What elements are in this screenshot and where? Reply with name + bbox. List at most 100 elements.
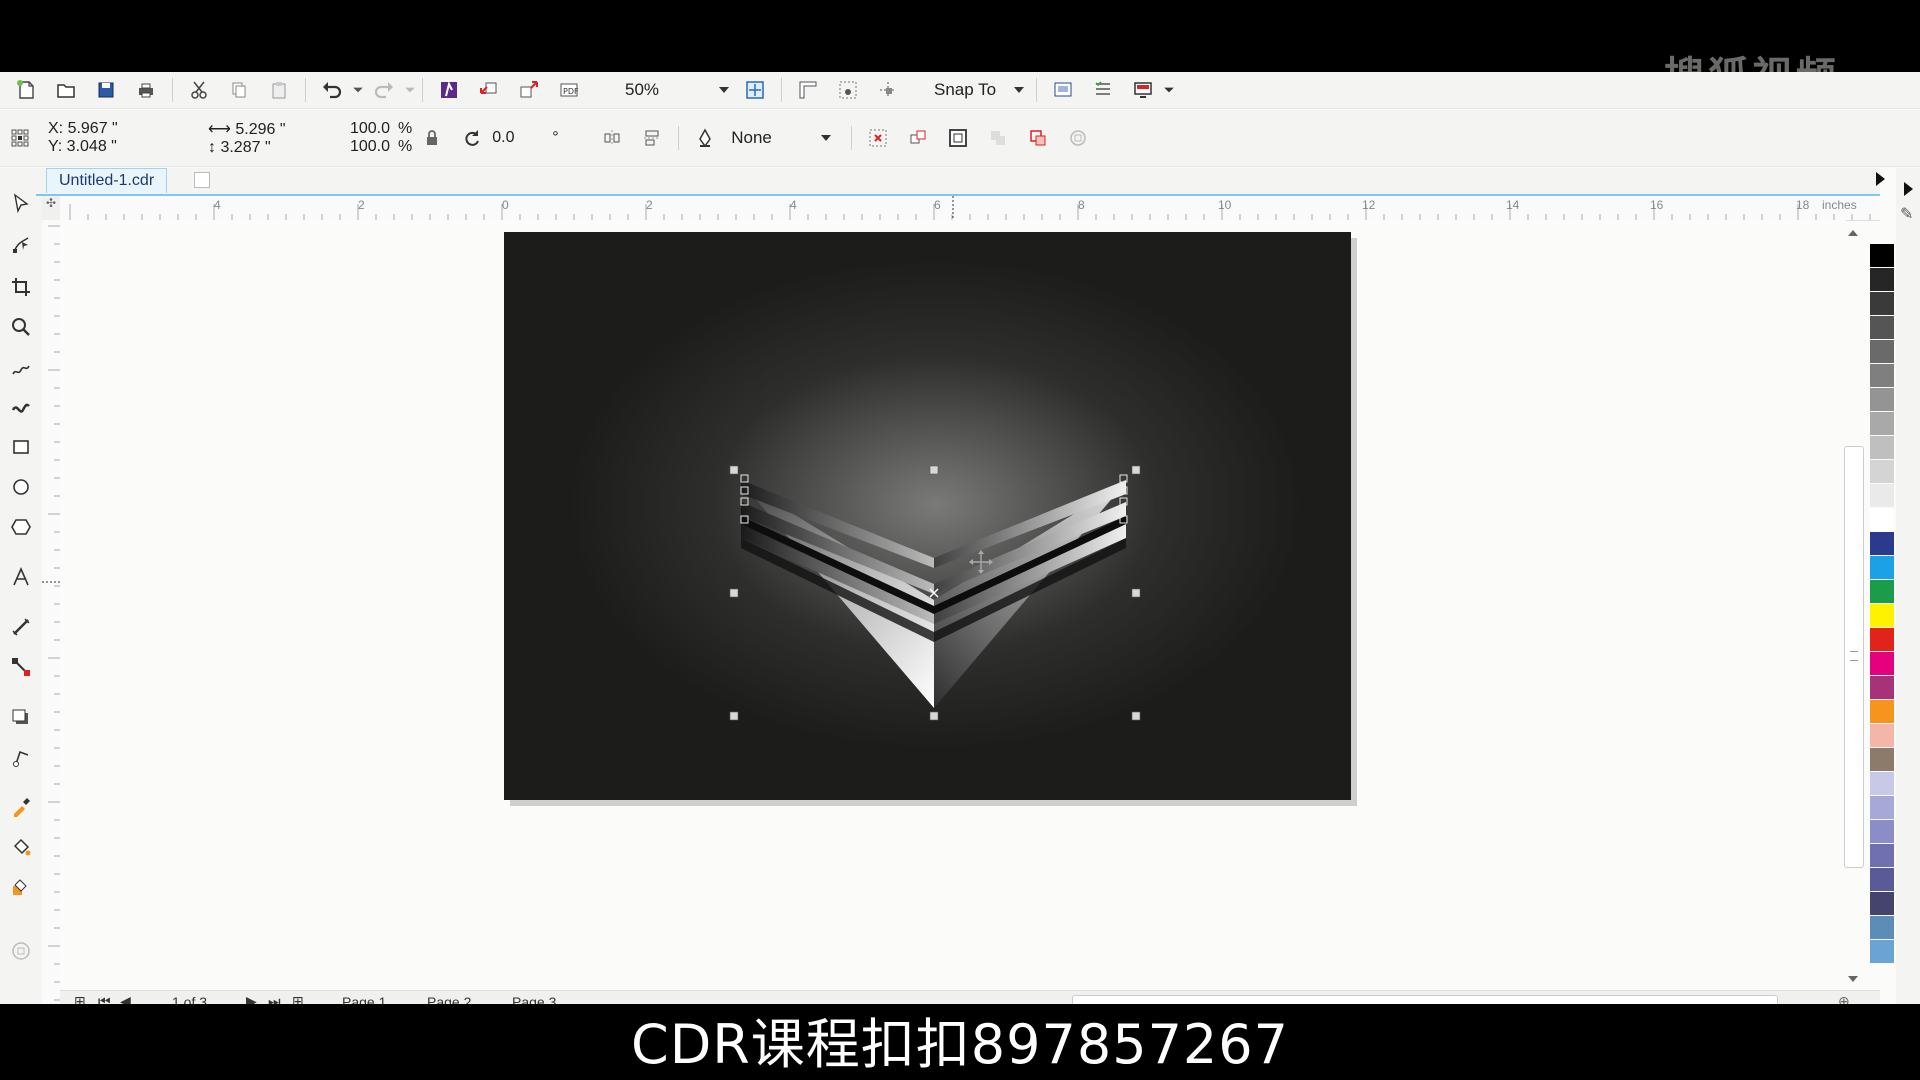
scale-height-field[interactable]: 100.0 xyxy=(330,138,390,156)
vertical-ruler[interactable] xyxy=(42,220,61,1004)
color-swatch[interactable] xyxy=(1870,340,1894,363)
color-swatch[interactable] xyxy=(1870,844,1894,867)
open-button[interactable] xyxy=(52,76,80,104)
x-position-field[interactable]: X: 5.967 " xyxy=(48,120,198,138)
scroll-down-icon[interactable] xyxy=(1848,976,1858,982)
selection-handle[interactable] xyxy=(1131,465,1141,475)
corel-connect-button[interactable] xyxy=(435,76,463,104)
color-swatch[interactable] xyxy=(1870,532,1894,555)
shape-tool[interactable] xyxy=(6,230,36,260)
y-position-field[interactable]: Y: 3.048 " xyxy=(48,138,198,156)
selection-handle[interactable] xyxy=(929,711,939,721)
color-swatch[interactable] xyxy=(1870,700,1894,723)
weld-button[interactable] xyxy=(904,124,932,152)
color-swatch[interactable] xyxy=(1870,292,1894,315)
color-swatch[interactable] xyxy=(1870,436,1894,459)
new-tab-icon[interactable] xyxy=(194,172,210,188)
ellipse-tool[interactable] xyxy=(6,472,36,502)
interactive-fill-tool[interactable] xyxy=(6,832,36,862)
horizontal-ruler[interactable]: 4 2 0 2 4 6 8 10 12 14 16 18 inches xyxy=(60,196,1880,221)
drawing-canvas[interactable] xyxy=(60,220,1846,990)
smart-fill-tool[interactable] xyxy=(6,872,36,902)
selection-handle[interactable] xyxy=(1131,711,1141,721)
options-button[interactable] xyxy=(1089,76,1117,104)
full-screen-preview-button[interactable] xyxy=(741,76,769,104)
color-swatch[interactable] xyxy=(1870,820,1894,843)
crop-tool[interactable] xyxy=(6,272,36,302)
scale-width-field[interactable]: 100.0 xyxy=(330,120,390,138)
color-swatch[interactable] xyxy=(1870,724,1894,747)
quick-trace-button[interactable] xyxy=(1064,124,1092,152)
color-swatch[interactable] xyxy=(1870,892,1894,915)
redo-button[interactable] xyxy=(370,76,398,104)
snap-to-dropdown[interactable]: Snap To xyxy=(928,77,1030,103)
lock-ratio-button[interactable] xyxy=(418,124,446,152)
color-swatch[interactable] xyxy=(1870,364,1894,387)
color-swatch[interactable] xyxy=(1870,748,1894,771)
text-tool[interactable] xyxy=(6,562,36,592)
redo-dropdown[interactable] xyxy=(404,76,416,104)
color-swatch[interactable] xyxy=(1870,652,1894,675)
selection-handle[interactable] xyxy=(729,711,739,721)
color-swatch[interactable] xyxy=(1870,316,1894,339)
application-launcher-button[interactable] xyxy=(1129,76,1157,104)
rectangle-tool[interactable] xyxy=(6,432,36,462)
height-field-row[interactable]: ↕ 3.287 " xyxy=(208,139,318,157)
color-swatch[interactable] xyxy=(1870,268,1894,291)
cut-button[interactable] xyxy=(185,76,213,104)
zoom-tool[interactable] xyxy=(6,312,36,342)
color-swatch[interactable] xyxy=(1870,556,1894,579)
mirror-vertical-button[interactable] xyxy=(638,124,666,152)
selection-handle[interactable] xyxy=(729,588,739,598)
color-swatch[interactable] xyxy=(1870,772,1894,795)
color-swatch[interactable] xyxy=(1870,580,1894,603)
color-swatch[interactable] xyxy=(1870,484,1894,507)
export-button[interactable] xyxy=(515,76,543,104)
rotation-angle-field[interactable]: 0.0 xyxy=(492,129,552,147)
color-eyedropper-tool[interactable] xyxy=(6,792,36,822)
selection-handle[interactable] xyxy=(929,465,939,475)
zoom-level-select[interactable]: 50% xyxy=(619,77,735,103)
show-rulers-button[interactable] xyxy=(794,76,822,104)
intersect-button[interactable] xyxy=(1024,124,1052,152)
color-swatch[interactable] xyxy=(1870,676,1894,699)
color-swatch[interactable] xyxy=(1870,916,1894,939)
expand-docker-icon[interactable] xyxy=(1904,182,1913,196)
color-swatch[interactable] xyxy=(1870,460,1894,483)
save-button[interactable] xyxy=(92,76,120,104)
undo-button[interactable] xyxy=(318,76,346,104)
freehand-tool[interactable] xyxy=(6,354,36,384)
color-swatch[interactable] xyxy=(1870,244,1894,267)
publish-pdf-button[interactable]: PDF xyxy=(555,76,583,104)
polygon-tool[interactable] xyxy=(6,512,36,542)
scrollbar-thumb[interactable] xyxy=(1844,446,1864,868)
welcome-screen-button[interactable] xyxy=(1049,76,1077,104)
parallel-dimension-tool[interactable] xyxy=(6,612,36,642)
print-button[interactable] xyxy=(132,76,160,104)
transparency-tool[interactable] xyxy=(6,742,36,772)
connector-tool[interactable] xyxy=(6,652,36,682)
width-field-row[interactable]: ⟷ 5.296 " xyxy=(208,119,318,139)
color-swatch[interactable] xyxy=(1870,508,1894,531)
mirror-horizontal-button[interactable] xyxy=(598,124,626,152)
to-curves-button[interactable] xyxy=(944,124,972,152)
scroll-right-icon[interactable] xyxy=(1876,172,1885,186)
vertical-scrollbar[interactable] xyxy=(1844,230,1864,990)
outline-width-select[interactable]: None xyxy=(725,125,837,151)
new-document-button[interactable] xyxy=(12,76,40,104)
paste-button[interactable] xyxy=(265,76,293,104)
color-swatch[interactable] xyxy=(1870,412,1894,435)
selection-handle[interactable] xyxy=(729,465,739,475)
scroll-up-icon[interactable] xyxy=(1848,230,1858,236)
artistic-media-tool[interactable] xyxy=(6,392,36,422)
drop-shadow-tool[interactable] xyxy=(6,702,36,732)
eyedropper-icon[interactable]: ✎ xyxy=(1900,204,1913,224)
show-grid-button[interactable] xyxy=(834,76,862,104)
import-button[interactable] xyxy=(475,76,503,104)
pick-tool[interactable] xyxy=(6,188,36,218)
application-launcher-dropdown[interactable] xyxy=(1163,76,1175,104)
drawing-page[interactable] xyxy=(504,232,1351,800)
selection-handle[interactable] xyxy=(1131,588,1141,598)
show-guidelines-button[interactable] xyxy=(874,76,902,104)
combine-button[interactable] xyxy=(984,124,1012,152)
